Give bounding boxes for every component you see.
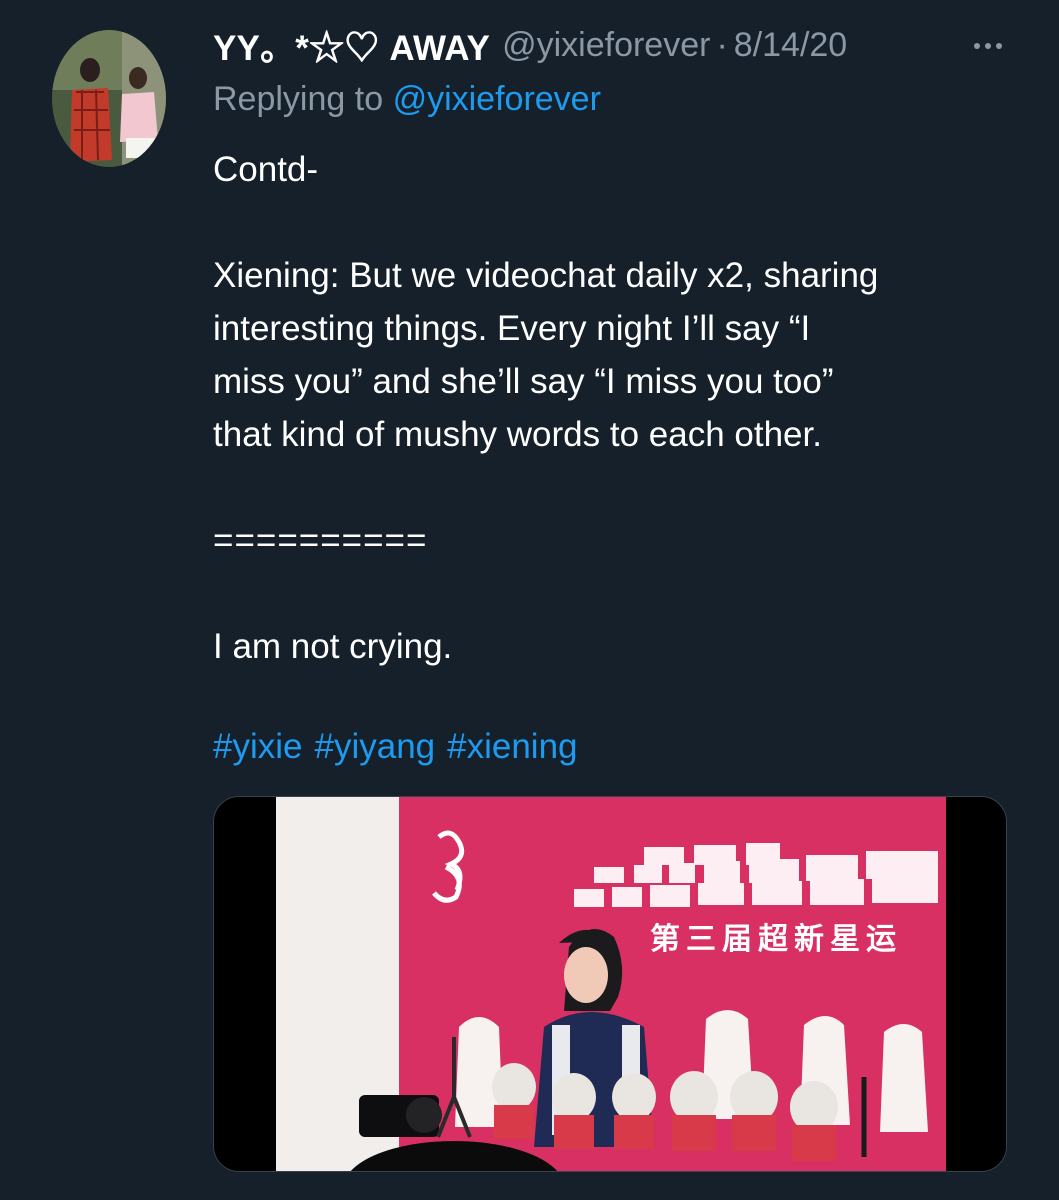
replying-prefix: Replying to [213,80,384,118]
tweet[interactable]: YY。*☆♡ AWAY @yixieforever · 8/14/20 Repl… [0,0,1059,1200]
avatar[interactable] [52,30,166,167]
tweet-text-line: that kind of mushy words to each other. [213,415,822,454]
video-thumbnail[interactable]: 第三届超新星运 [213,796,1007,1172]
separator-dot: · [716,25,728,64]
hashtag-link[interactable]: #yixie [213,727,302,766]
user-handle[interactable]: @yixieforever [502,26,710,65]
banner-text: 第三届超新星运 [650,922,902,957]
tweet-text-line: miss you” and she’ll say “I miss you too… [213,362,834,401]
hashtags: #yixie #yiyang #xiening [213,720,590,773]
tweet-text-line: I am not crying. [213,627,453,666]
hashtag-link[interactable]: #xiening [447,727,577,766]
tweet-date[interactable]: 8/14/20 [734,26,847,65]
hashtag-link[interactable]: #yiyang [314,727,435,766]
tweet-text-line: Xiening: But we videochat daily x2, shar… [213,256,879,295]
replying-to: Replying to @yixieforever [213,80,601,119]
replying-to-mention[interactable]: @yixieforever [393,80,601,118]
tweet-text-line: ========== [213,521,428,560]
tweet-text-line: interesting things. Every night I’ll say… [213,309,811,348]
more-options-icon[interactable] [963,26,1013,66]
display-name[interactable]: YY。*☆♡ AWAY [213,20,490,71]
tweet-text-line: Contd- [213,150,319,189]
tweet-header: YY。*☆♡ AWAY @yixieforever · 8/14/20 [213,20,1043,70]
